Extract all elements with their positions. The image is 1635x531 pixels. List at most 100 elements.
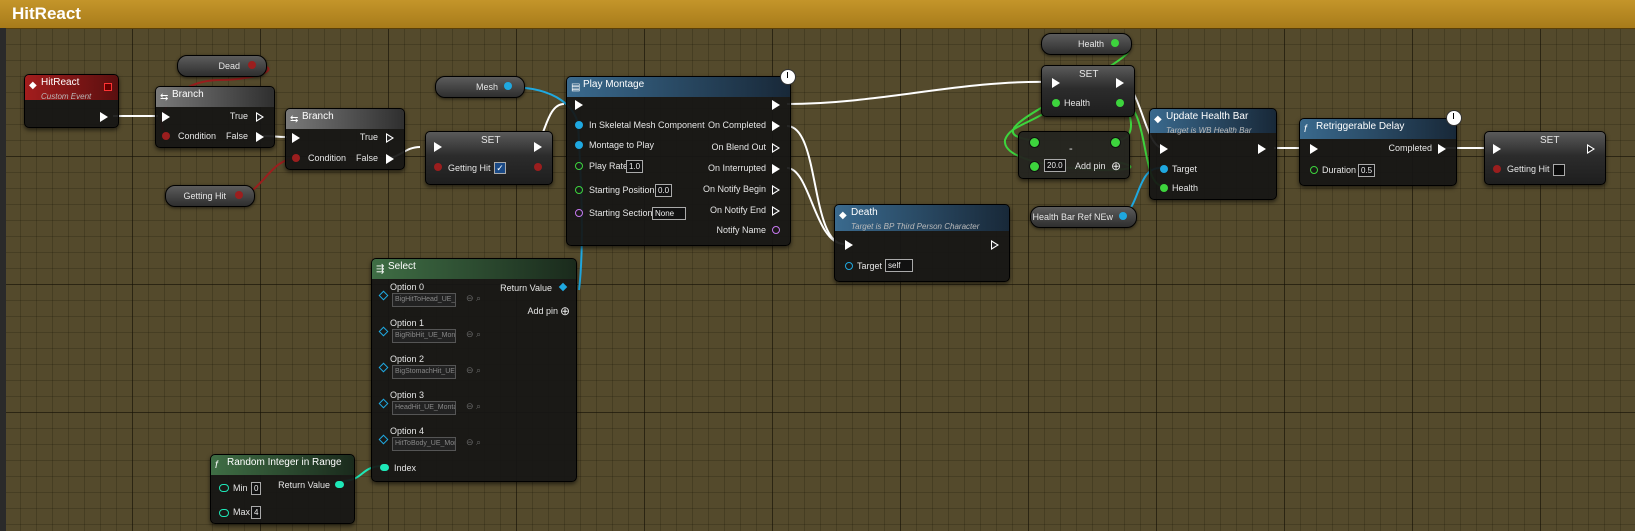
float-input-pin[interactable] xyxy=(1052,99,1060,107)
exec-input-pin[interactable] xyxy=(845,240,853,250)
play-rate-field[interactable]: 1.0 xyxy=(626,160,644,173)
on-interrupted-pin[interactable] xyxy=(772,164,780,174)
object-output-pin[interactable] xyxy=(504,82,512,90)
dropdown-browse-icons[interactable]: ⊖ ⌕ xyxy=(466,437,481,448)
bool-output-pin[interactable] xyxy=(235,191,243,199)
add-pin-icon[interactable]: ⊕ xyxy=(1111,159,1121,173)
target-pin[interactable] xyxy=(1160,165,1168,173)
update-health-bar-node[interactable]: ◆ Update Health Bar Target is WB Health … xyxy=(1149,108,1277,200)
option-0-dropdown[interactable]: BigHitToHead_UE_Mo xyxy=(392,293,456,307)
return-value-pin[interactable] xyxy=(558,282,568,292)
on-blend-out-pin[interactable] xyxy=(772,143,780,153)
getting-hit-checkbox[interactable]: ✓ xyxy=(494,162,506,174)
exec-input-pin[interactable] xyxy=(1493,144,1501,154)
option-1-pin[interactable] xyxy=(378,326,389,337)
delegate-pin[interactable] xyxy=(104,83,112,91)
exec-output-pin[interactable] xyxy=(1258,144,1266,154)
float-output-pin[interactable] xyxy=(1111,39,1119,47)
result-output-pin[interactable] xyxy=(1110,137,1121,148)
option-3-dropdown[interactable]: HeadHit_UE_Monta xyxy=(392,401,456,415)
on-notify-begin-pin[interactable] xyxy=(772,185,780,195)
min-pin[interactable] xyxy=(219,484,229,492)
exec-input-pin[interactable] xyxy=(1310,144,1318,154)
option-4-pin[interactable] xyxy=(378,434,389,445)
b-input-pin[interactable] xyxy=(1029,161,1040,172)
add-pin-icon[interactable]: ⊕ xyxy=(560,304,570,318)
return-value-pin[interactable] xyxy=(335,481,344,488)
bool-input-pin[interactable] xyxy=(1493,165,1501,173)
getting-hit-checkbox[interactable] xyxy=(1553,164,1565,176)
health-pin[interactable] xyxy=(1160,184,1168,192)
duration-field[interactable]: 0.5 xyxy=(1358,164,1376,177)
set-getting-hit-node-2[interactable]: SET Getting Hit xyxy=(1484,131,1606,185)
option-2-dropdown[interactable]: BigStomachHit_UE_ xyxy=(392,365,456,379)
set-getting-hit-node-1[interactable]: SET Getting Hit ✓ xyxy=(425,131,553,185)
false-exec-pin[interactable] xyxy=(386,154,394,164)
dropdown-browse-icons[interactable]: ⊖ ⌕ xyxy=(466,329,481,340)
exec-output-pin[interactable] xyxy=(534,142,542,152)
exec-output-pin[interactable] xyxy=(100,112,108,122)
exec-input-pin[interactable] xyxy=(575,100,583,110)
min-field[interactable]: 0 xyxy=(251,482,262,495)
dead-getter-node[interactable]: Dead xyxy=(177,55,267,77)
max-field[interactable]: 4 xyxy=(251,506,262,519)
option-0-pin[interactable] xyxy=(378,290,389,301)
dropdown-browse-icons[interactable]: ⊖ ⌕ xyxy=(466,365,481,376)
exec-input-pin[interactable] xyxy=(162,112,170,122)
exec-input-pin[interactable] xyxy=(1052,78,1060,88)
exec-input-pin[interactable] xyxy=(292,133,300,143)
exec-input-pin[interactable] xyxy=(434,142,442,152)
condition-pin[interactable] xyxy=(292,154,300,162)
false-exec-pin[interactable] xyxy=(256,132,264,142)
subtract-node[interactable]: - 20.0 Add pin ⊕ xyxy=(1018,131,1130,179)
retriggerable-delay-node[interactable]: f Retriggerable Delay Completed Duration… xyxy=(1299,110,1462,186)
getting-hit-getter-node[interactable]: Getting Hit xyxy=(165,185,255,207)
skeletal-mesh-pin[interactable] xyxy=(575,121,583,129)
dropdown-browse-icons[interactable]: ⊖ ⌕ xyxy=(466,401,481,412)
true-exec-pin[interactable] xyxy=(256,112,264,122)
death-node[interactable]: ◆ Death Target is BP Third Person Charac… xyxy=(834,204,1010,282)
bool-output-pin[interactable] xyxy=(248,61,256,69)
montage-pin[interactable] xyxy=(575,141,583,149)
completed-exec-pin[interactable] xyxy=(1438,144,1446,154)
set-health-node[interactable]: SET Health xyxy=(1041,65,1135,117)
starting-position-field[interactable]: 0.0 xyxy=(655,184,673,197)
exec-output-pin[interactable] xyxy=(991,240,999,250)
option-1-dropdown[interactable]: BigRibHit_UE_Mont xyxy=(392,329,456,343)
branch-node-1[interactable]: ⇆ Branch True Condition False xyxy=(155,86,275,148)
exec-input-pin[interactable] xyxy=(1160,144,1168,154)
starting-section-pin[interactable] xyxy=(575,209,583,217)
duration-pin[interactable] xyxy=(1310,166,1318,174)
mesh-getter-node[interactable]: Mesh xyxy=(435,76,525,98)
exec-output-pin[interactable] xyxy=(772,100,780,110)
float-output-pin[interactable] xyxy=(1116,99,1124,107)
health-getter-node[interactable]: Health xyxy=(1041,33,1132,55)
true-exec-pin[interactable] xyxy=(386,133,394,143)
play-rate-pin[interactable] xyxy=(575,162,583,170)
on-notify-end-pin[interactable] xyxy=(772,206,780,216)
random-integer-node[interactable]: f Random Integer in Range Min 0 Return V… xyxy=(210,454,355,524)
on-completed-pin[interactable] xyxy=(772,121,780,131)
object-output-pin[interactable] xyxy=(1119,212,1127,220)
notify-name-pin[interactable] xyxy=(772,226,780,234)
blueprint-graph-canvas[interactable] xyxy=(0,0,1635,531)
max-pin[interactable] xyxy=(219,509,229,517)
condition-pin[interactable] xyxy=(162,132,170,140)
target-self-field[interactable]: self xyxy=(885,259,913,272)
select-node[interactable]: ⇶ Select Return Value Add pin ⊕ Option 0… xyxy=(371,258,577,482)
index-pin[interactable] xyxy=(380,464,389,471)
option-2-pin[interactable] xyxy=(378,362,389,373)
starting-section-field[interactable]: None xyxy=(652,207,686,220)
target-pin[interactable] xyxy=(845,262,853,270)
hitreact-event-node[interactable]: ◆ HitReact Custom Event xyxy=(24,74,119,128)
play-montage-node[interactable]: ▤ Play Montage In Skeletal Mesh Componen… xyxy=(566,69,796,246)
bool-output-pin[interactable] xyxy=(534,163,542,171)
starting-position-pin[interactable] xyxy=(575,186,583,194)
a-input-pin[interactable] xyxy=(1029,137,1040,148)
dropdown-browse-icons[interactable]: ⊖ ⌕ xyxy=(466,293,481,304)
subtract-value-field[interactable]: 20.0 xyxy=(1044,159,1066,172)
bool-input-pin[interactable] xyxy=(434,163,442,171)
branch-node-2[interactable]: ⇆ Branch True Condition False xyxy=(285,108,405,170)
exec-output-pin[interactable] xyxy=(1587,144,1595,154)
option-4-dropdown[interactable]: HitToBody_UE_Mon xyxy=(392,437,456,451)
